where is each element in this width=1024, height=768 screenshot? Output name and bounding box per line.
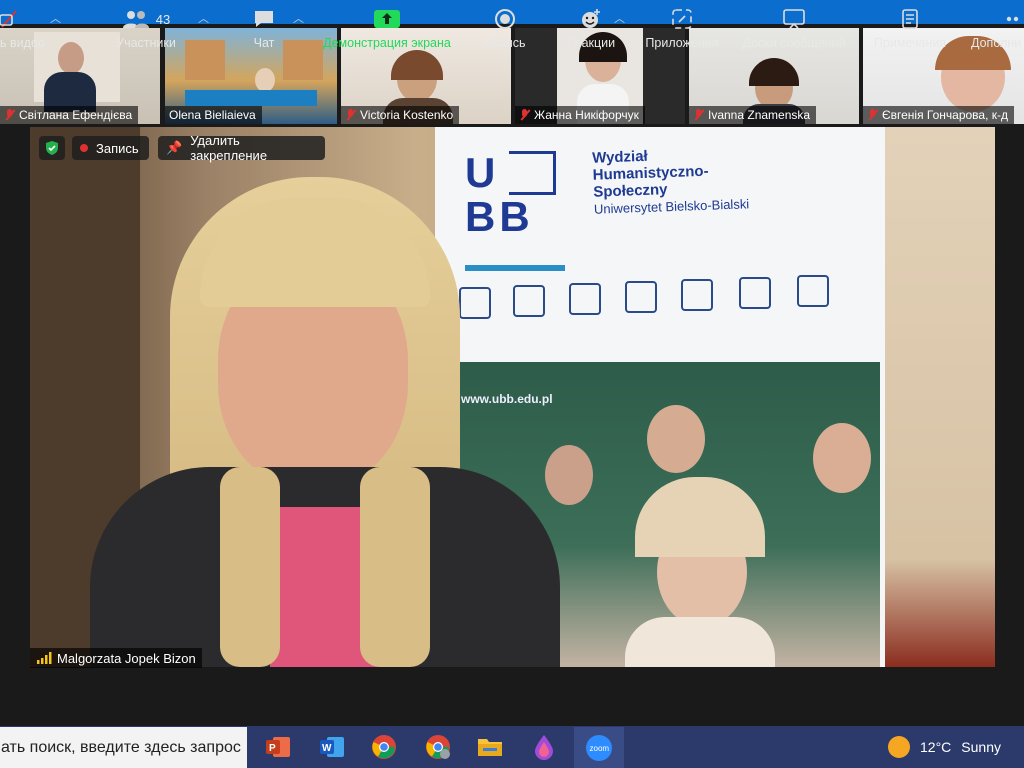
- chat-options-caret[interactable]: ︿: [293, 10, 304, 26]
- chat-icon: [253, 6, 275, 32]
- more-icon: [968, 6, 1024, 32]
- apps-label: Приложения: [645, 36, 719, 50]
- faculty-icon: [625, 281, 657, 313]
- participant-name: Жанна Никіфорчук: [515, 106, 645, 124]
- recording-label: Запись: [96, 140, 139, 156]
- reactions-icon: [580, 6, 602, 32]
- faculty-name: Wydział Humanistyczno- Społeczny Uniwers…: [591, 147, 750, 217]
- svg-text:P: P: [269, 743, 276, 754]
- participants-button[interactable]: 43 Участники: [108, 0, 184, 56]
- temperature-label: 12°C: [920, 739, 952, 755]
- word-icon[interactable]: W: [316, 731, 348, 763]
- weather-widget[interactable]: 12°C Sunny: [888, 736, 1001, 758]
- student-body: [625, 617, 775, 667]
- whiteboards-button[interactable]: Доски сообщений: [736, 0, 852, 56]
- active-speaker-video[interactable]: U BB Wydział Humanistyczno- Społeczny Un…: [30, 127, 995, 667]
- mic-muted-icon: [519, 109, 530, 121]
- whiteboards-label: Доски сообщений: [742, 36, 846, 50]
- notes-icon: [900, 6, 920, 32]
- mic-muted-icon: [345, 109, 356, 121]
- student: [813, 423, 871, 493]
- share-screen-button[interactable]: Демонстрация экрана: [316, 0, 458, 56]
- apps-button[interactable]: Приложения: [640, 0, 724, 56]
- record-icon: [494, 6, 516, 32]
- record-button[interactable]: Запись: [478, 0, 532, 56]
- sun-icon: [888, 736, 910, 758]
- search-placeholder: ать поиск, введите здесь запрос: [1, 739, 241, 756]
- mic-muted-icon: [4, 109, 15, 121]
- speaker-person: [70, 167, 570, 667]
- faculty-icon: [569, 283, 601, 315]
- share-screen-icon: [374, 6, 400, 32]
- faculty-icon: [739, 277, 771, 309]
- reactions-label: Реакции: [566, 36, 616, 50]
- meeting-toolbar: [0, 669, 1024, 725]
- video-button[interactable]: ь видео: [0, 0, 46, 56]
- paint-icon[interactable]: [528, 731, 560, 763]
- zoom-icon[interactable]: zoom: [574, 727, 624, 768]
- video-options-caret[interactable]: ︿: [50, 10, 61, 26]
- unpin-button[interactable]: 📌 Удалить закрепление: [158, 133, 325, 163]
- participant-name: Світлана Ефендієва: [0, 106, 139, 124]
- file-explorer-icon[interactable]: [474, 731, 506, 763]
- taskbar-search-box[interactable]: ать поиск, введите здесь запрос: [0, 727, 247, 768]
- participant-name: Victoria Kostenko: [341, 106, 460, 124]
- weather-label: Sunny: [961, 739, 1001, 755]
- chat-button[interactable]: Чат: [240, 0, 288, 56]
- participant-name: Ivanna Znamenska: [689, 106, 817, 124]
- more-button[interactable]: Дополни: [968, 0, 1024, 56]
- whiteboard-icon: [782, 6, 806, 32]
- participants-options-caret[interactable]: ︿: [198, 10, 209, 26]
- participants-count: 43: [155, 11, 171, 27]
- reactions-options-caret[interactable]: ︿: [614, 10, 625, 26]
- pin-icon: 📌: [166, 140, 183, 155]
- more-label: Дополни: [971, 36, 1022, 50]
- video-off-icon: [0, 6, 18, 32]
- chrome-profile-icon[interactable]: [422, 731, 454, 763]
- notes-button[interactable]: Примечания: [866, 0, 954, 56]
- recording-indicator[interactable]: Запись: [72, 136, 149, 160]
- video-label: ь видео: [0, 36, 45, 50]
- svg-text:W: W: [322, 743, 332, 754]
- encryption-shield-button[interactable]: [39, 136, 65, 160]
- record-label: Запись: [484, 36, 526, 50]
- participant-name: Olena Bieliaieva: [165, 106, 262, 124]
- faculty-icon: [797, 275, 829, 307]
- share-screen-label: Демонстрация экрана: [323, 36, 451, 50]
- participants-label: Участники: [116, 36, 176, 50]
- speaker-name-text: Malgorzata Jopek Bizon: [57, 650, 196, 666]
- powerpoint-icon[interactable]: P: [262, 731, 294, 763]
- signal-strength-icon: [37, 652, 52, 664]
- mic-muted-icon: [693, 109, 704, 121]
- reactions-button[interactable]: Реакции: [560, 0, 622, 56]
- svg-text:zoom: zoom: [590, 744, 610, 753]
- faculty-icon: [681, 279, 713, 311]
- apps-icon: [671, 6, 693, 32]
- active-speaker-name: Malgorzata Jopek Bizon: [30, 648, 202, 668]
- record-dot-icon: [80, 144, 88, 152]
- mic-muted-icon: [867, 109, 878, 121]
- shield-icon: [46, 141, 58, 155]
- chrome-icon[interactable]: [368, 731, 400, 763]
- notes-label: Примечания: [873, 36, 947, 50]
- participants-icon: [122, 11, 149, 28]
- unpin-label: Удалить закрепление: [190, 133, 268, 163]
- participants-icon-group: 43: [122, 6, 170, 32]
- chat-label: Чат: [253, 36, 275, 50]
- participant-name: Євгенія Гончарова, к-д: [863, 106, 1015, 124]
- student: [647, 405, 705, 473]
